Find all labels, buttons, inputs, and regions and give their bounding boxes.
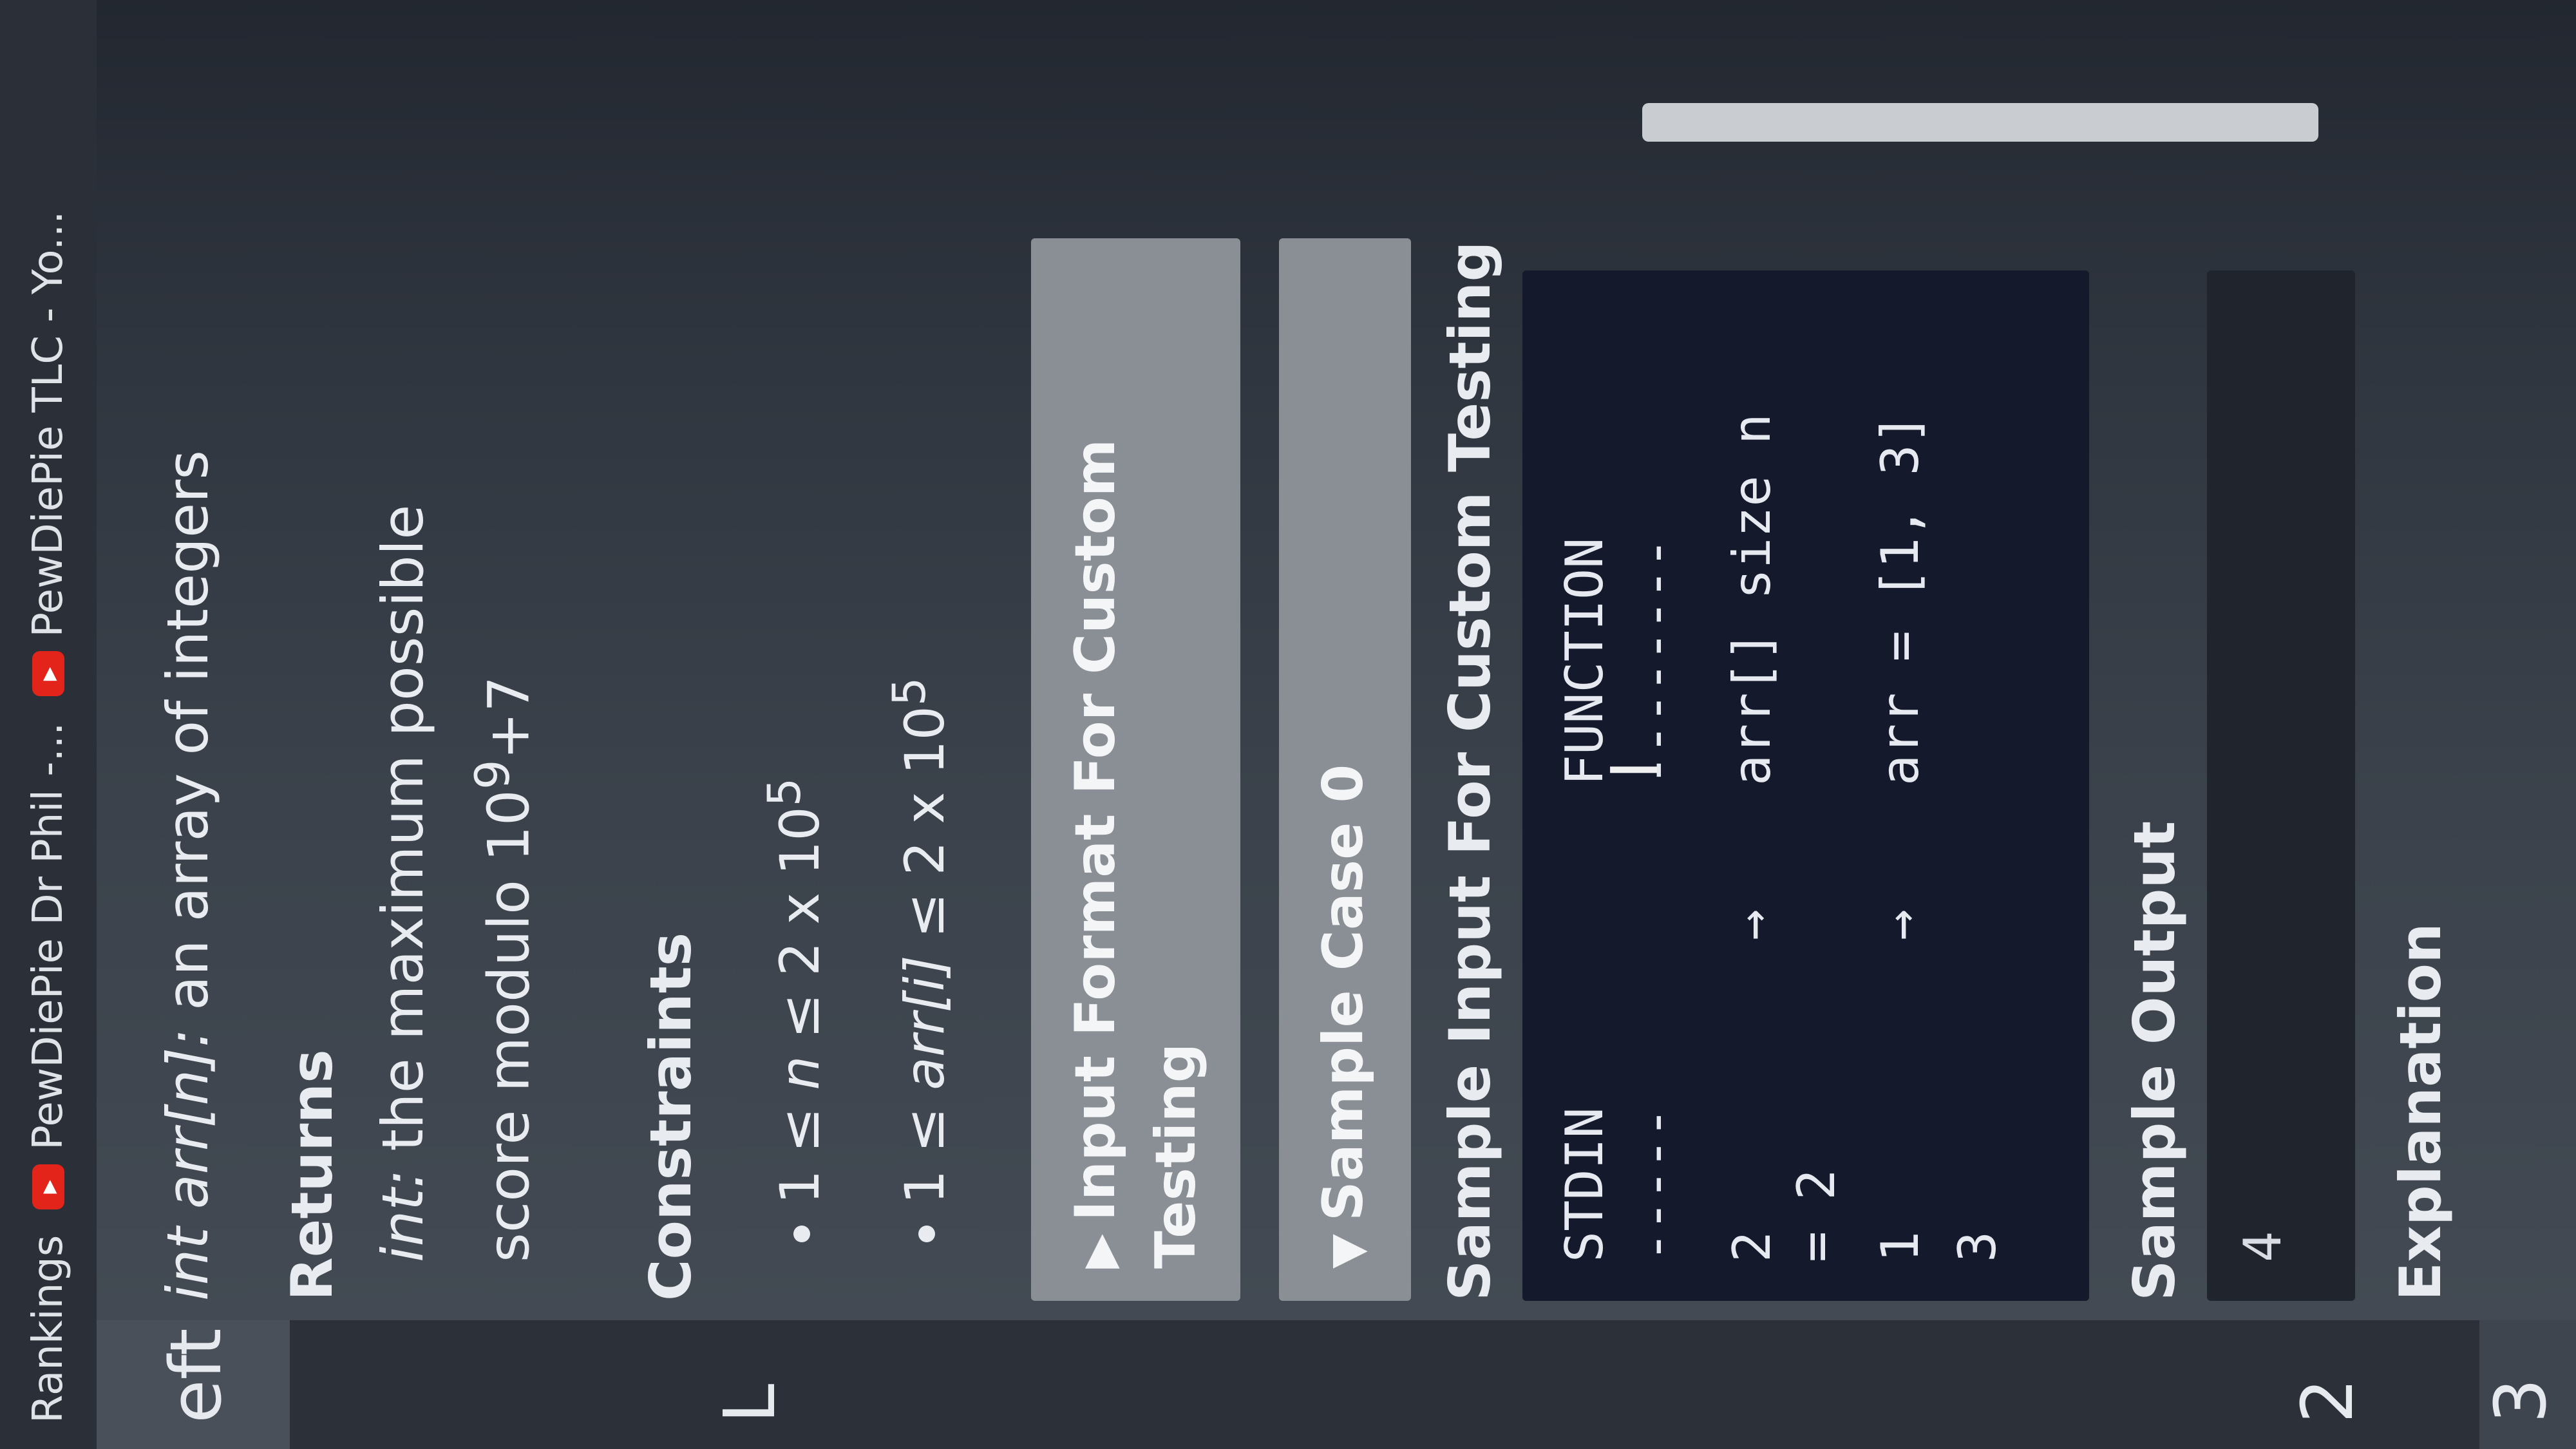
- constraint-text: 1 ≤: [768, 1090, 832, 1204]
- constraint-text: ≤ 2 x 10: [768, 806, 832, 1056]
- constraint-var: n: [768, 1056, 832, 1090]
- constraint-item: 1 ≤ arr[i] ≤ 2 x 105: [855, 45, 980, 1204]
- accordion-label: Sample Case 0: [1311, 764, 1376, 1222]
- bookmark-label: PewDiePie TLC - Yo...: [24, 211, 72, 638]
- sample-output-value: 4: [2233, 1231, 2293, 1262]
- code-dash-stdin: -----: [1625, 1107, 1686, 1262]
- param-desc: an array of integers: [155, 450, 221, 1028]
- accordion-label: Input Format For Custom Testing: [1063, 439, 1209, 1269]
- constraint-var: arr[i]: [893, 955, 957, 1090]
- scrollbar-thumb[interactable]: [1642, 103, 2318, 142]
- text-cursor-icon: I: [1597, 760, 1672, 780]
- youtube-icon: ▶: [32, 1164, 64, 1209]
- left-panel-item[interactable]: 3: [2479, 1320, 2576, 1449]
- screen: Rankings ▶ PewDiePie Dr Phil -... ▶ PewD…: [0, 0, 2576, 1449]
- input-format-accordion[interactable]: ▶Input Format For Custom Testing: [1031, 238, 1241, 1301]
- left-panel-label: eft: [155, 1328, 237, 1423]
- code-row2-function: arr = [1, 3]: [1870, 413, 1931, 786]
- sample-output-heading: Sample Output: [2121, 820, 2188, 1301]
- returns-text: int: the maximum possible score modulo 1…: [358, 361, 554, 1301]
- code-header-function: FUNCTION: [1555, 537, 1615, 786]
- param-type: int arr[n]:: [155, 1028, 221, 1301]
- constraint-text: ≤ 2 x 10: [893, 706, 957, 956]
- code-row3-stdin: 3: [1947, 1231, 2008, 1262]
- bookmarks-bar: Rankings ▶ PewDiePie Dr Phil -... ▶ PewD…: [0, 0, 97, 1449]
- returns-heading: Returns: [279, 1049, 345, 1301]
- bookmark-label: Rankings: [24, 1235, 72, 1423]
- code-row1-cont: = 2: [1786, 1169, 1847, 1263]
- code-dash-function: --------: [1625, 537, 1686, 786]
- left-question-panel: eft L 2 3: [97, 1320, 2576, 1449]
- code-row1-stdin: 2: [1722, 1231, 1783, 1262]
- bookmark-pewdiepie-drphil[interactable]: ▶ PewDiePie Dr Phil -...: [24, 723, 72, 1209]
- constraint-item: 1 ≤ n ≤ 2 x 105: [730, 45, 855, 1204]
- sample-case-accordion[interactable]: ▼ Sample Case 0: [1279, 238, 1412, 1301]
- constraint-exponent: 5: [758, 777, 811, 807]
- left-panel-label: 3: [2479, 1378, 2562, 1423]
- returns-tail: +7: [475, 676, 542, 760]
- left-panel-item[interactable]: eft: [97, 1320, 290, 1449]
- sample-output-box: 4: [2207, 270, 2356, 1301]
- code-header-stdin: STDIN: [1555, 1107, 1615, 1262]
- caret-right-icon: ▶: [1072, 1234, 1126, 1269]
- constraint-text: 1 ≤: [893, 1090, 957, 1204]
- returns-desc: the maximum possible score modulo 10: [370, 504, 542, 1262]
- left-panel-label: 2: [2286, 1378, 2369, 1423]
- returns-type: int:: [370, 1169, 436, 1262]
- constraint-exponent: 5: [883, 677, 936, 706]
- returns-exponent: 9: [466, 759, 520, 790]
- sample-input-heading: Sample Input For Custom Testing: [1437, 241, 1504, 1301]
- caret-down-icon: ▼: [1320, 1234, 1374, 1269]
- constraints-list: 1 ≤ n ≤ 2 x 105 1 ≤ arr[i] ≤ 2 x 105: [730, 45, 980, 1301]
- arrow-right-icon: →: [1870, 909, 1931, 940]
- bookmark-pewdiepie-tlc[interactable]: ▶ PewDiePie TLC - Yo...: [24, 211, 72, 697]
- bookmark-label: PewDiePie Dr Phil -...: [24, 722, 72, 1150]
- sample-input-code-block: STDIN FUNCTION ----- -------- 2 → arr[] …: [1522, 270, 2090, 1301]
- problem-description: int arr[n]: an array of integers Returns…: [97, 45, 2454, 1301]
- left-panel-item[interactable]: 2: [2286, 1320, 2369, 1449]
- youtube-icon: ▶: [32, 651, 64, 697]
- arrow-right-icon: →: [1722, 909, 1783, 940]
- code-row2-stdin: 1: [1870, 1231, 1931, 1262]
- explanation-heading: Explanation: [2387, 923, 2454, 1301]
- constraints-heading: Constraints: [638, 932, 705, 1301]
- bookmark-rankings[interactable]: Rankings: [24, 1235, 72, 1423]
- left-panel-label: L: [708, 1383, 791, 1423]
- param-arr: int arr[n]: an array of integers: [155, 45, 221, 1301]
- code-row1-function: arr[] size n: [1722, 413, 1783, 786]
- left-panel-item[interactable]: L: [708, 1320, 791, 1449]
